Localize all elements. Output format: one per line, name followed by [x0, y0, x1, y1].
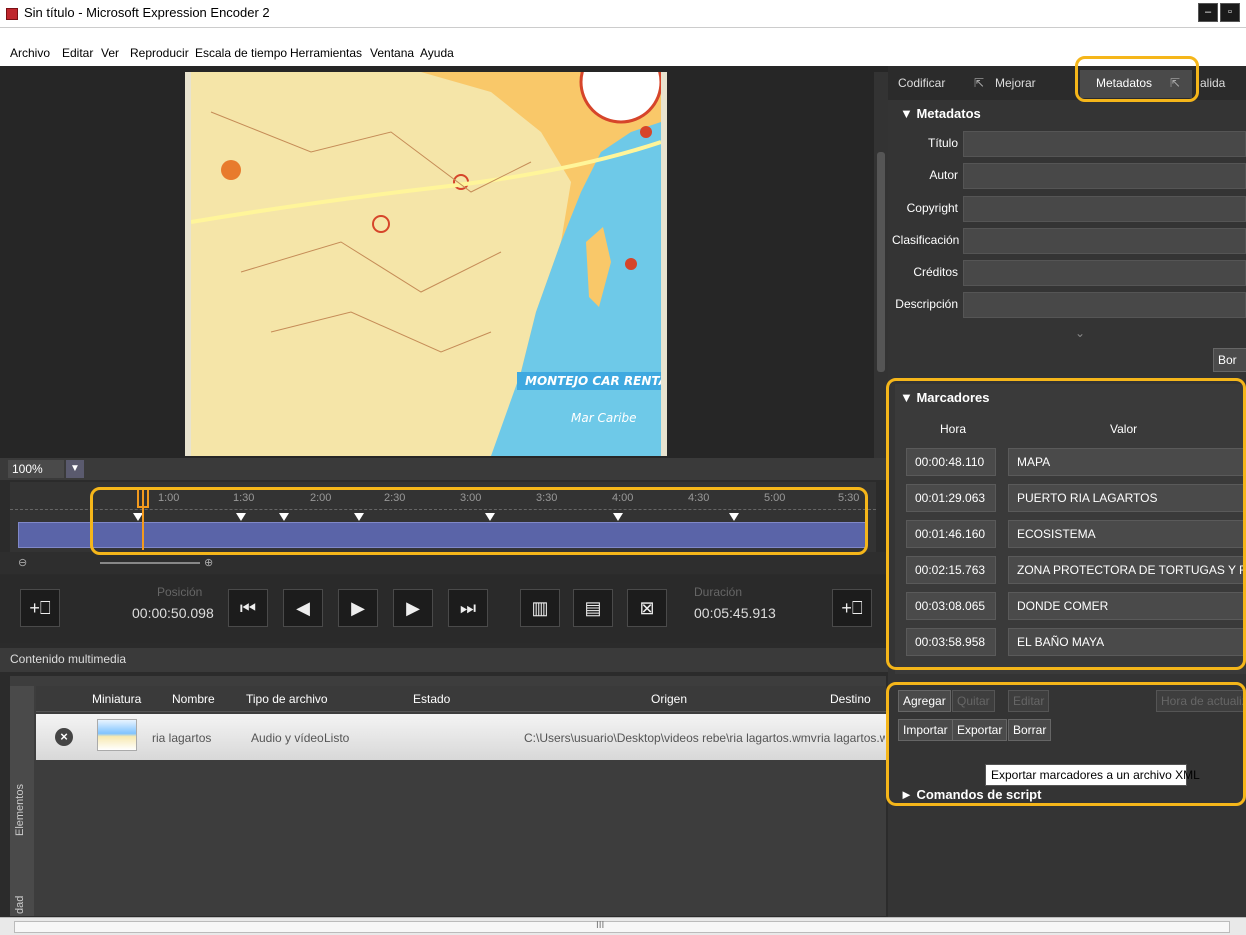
- menu-ventana[interactable]: Ventana: [370, 46, 414, 60]
- minimize-button[interactable]: –: [1198, 3, 1218, 22]
- row-thumbnail: [97, 719, 137, 751]
- menu-ayuda[interactable]: Ayuda: [420, 46, 454, 60]
- field-label-descripcion: Descripción: [895, 297, 958, 311]
- add-leader-button[interactable]: +⎕: [20, 589, 60, 627]
- menu-reproducir[interactable]: Reproducir: [130, 46, 189, 60]
- highlight-marker-buttons: [886, 682, 1246, 806]
- go-to-start-button[interactable]: ⏮: [228, 589, 268, 627]
- zoom-bar: [0, 458, 888, 480]
- titulo-field[interactable]: [963, 131, 1246, 157]
- duration-value: 00:05:45.913: [694, 605, 776, 621]
- highlight-marcadores: [886, 378, 1246, 670]
- timeline-zoom-slider[interactable]: [100, 562, 200, 564]
- app-icon: [6, 8, 18, 20]
- field-label-clasificacion: Clasificación: [892, 233, 960, 247]
- popout-icon[interactable]: ⇱: [974, 76, 984, 90]
- tab-propiedad-label[interactable]: dad: [14, 896, 26, 914]
- tab-salida[interactable]: alida: [1200, 76, 1225, 90]
- next-frame-button[interactable]: ▶: [393, 589, 433, 627]
- menu-bar: Archivo Editar Ver Reproducir Escala de …: [0, 44, 1246, 64]
- cell-destino: ria lagartos.w: [817, 731, 885, 745]
- split-icon[interactable]: ▥: [520, 589, 560, 627]
- map-image: MONTEJO CAR RENTAL Mar Caribe: [191, 72, 661, 456]
- cell-estado: Listo: [324, 731, 350, 745]
- restore-button[interactable]: ▫: [1220, 3, 1240, 22]
- copyright-field[interactable]: [963, 196, 1246, 222]
- clasificacion-field[interactable]: [963, 228, 1246, 254]
- col-tipo[interactable]: Tipo de archivo: [246, 692, 328, 706]
- col-origen[interactable]: Origen: [651, 692, 687, 706]
- field-label-creditos: Créditos: [913, 265, 958, 279]
- menu-ver[interactable]: Ver: [101, 46, 119, 60]
- media-header: Contenido multimedia: [0, 648, 888, 672]
- autor-field[interactable]: [963, 163, 1246, 189]
- zoom-dropdown-icon[interactable]: ▼: [66, 460, 84, 478]
- media-header-title: Contenido multimedia: [10, 652, 127, 666]
- cell-nombre: ria lagartos: [152, 731, 212, 745]
- title-bar: Sin título - Microsoft Expression Encode…: [0, 0, 1246, 28]
- media-panel: [10, 676, 886, 916]
- cell-origen: C:\Users\usuario\Desktop\videos rebe\ria…: [524, 731, 817, 745]
- highlight-metadatos-tab: [1075, 56, 1199, 102]
- col-estado[interactable]: Estado: [413, 692, 450, 706]
- go-to-end-button[interactable]: ⏭: [448, 589, 488, 627]
- play-button[interactable]: ▶: [338, 589, 378, 627]
- expand-more-icon[interactable]: ⌄: [1075, 326, 1085, 340]
- zoom-out-icon[interactable]: ⊖: [18, 556, 27, 569]
- zoom-value[interactable]: 100%: [8, 460, 64, 478]
- field-label-copyright: Copyright: [906, 201, 958, 215]
- tab-mejorar[interactable]: Mejorar: [995, 76, 1036, 90]
- menu-archivo[interactable]: Archivo: [10, 46, 50, 60]
- add-trailer-button[interactable]: +⎕: [832, 589, 872, 627]
- field-label-titulo: Título: [927, 136, 958, 150]
- zoom-in-icon[interactable]: ⊕: [204, 556, 213, 569]
- media-table-header: [36, 686, 886, 712]
- col-nombre[interactable]: Nombre: [172, 692, 215, 706]
- menu-herramientas[interactable]: Herramientas: [290, 46, 362, 60]
- horizontal-scrollbar[interactable]: III: [0, 917, 1246, 935]
- duration-label: Duración: [694, 585, 743, 599]
- col-miniatura[interactable]: Miniatura: [92, 692, 141, 706]
- map-label-car-rental: MONTEJO CAR RENTAL: [525, 374, 661, 388]
- tab-elementos-label: Elementos: [14, 784, 26, 836]
- position-value: 00:00:50.098: [132, 605, 214, 621]
- tab-elementos[interactable]: Elementos dad: [10, 686, 34, 916]
- tab-codificar[interactable]: Codificar: [898, 76, 945, 90]
- menu-escala-de-tiempo[interactable]: Escala de tiempo: [195, 46, 287, 60]
- menu-editar[interactable]: Editar: [62, 46, 93, 60]
- timeline-controls: ⊖ ⊕: [0, 552, 888, 574]
- scroll-grip: III: [596, 920, 605, 931]
- descripcion-field[interactable]: [963, 292, 1246, 318]
- remove-item-icon[interactable]: ×: [55, 728, 73, 746]
- borrar-metadatos-button[interactable]: Bor: [1213, 348, 1246, 372]
- creditos-field[interactable]: [963, 260, 1246, 286]
- video-preview[interactable]: MONTEJO CAR RENTAL Mar Caribe: [185, 72, 667, 456]
- col-destino[interactable]: Destino: [830, 692, 871, 706]
- position-label: Posición: [157, 585, 203, 599]
- highlight-timeline: [90, 487, 868, 555]
- metadatos-section-title[interactable]: ▼ Metadatos: [900, 106, 981, 121]
- scroll-thumb[interactable]: [14, 921, 1230, 933]
- film-icon[interactable]: ▤: [573, 589, 613, 627]
- map-label-mar-caribe: Mar Caribe: [571, 411, 636, 425]
- previous-frame-button[interactable]: ◀: [283, 589, 323, 627]
- cell-tipo: Audio y vídeo: [251, 731, 324, 745]
- window-title: Sin título - Microsoft Expression Encode…: [24, 5, 270, 20]
- field-label-autor: Autor: [929, 168, 958, 182]
- remove-clip-icon[interactable]: ⊠: [627, 589, 667, 627]
